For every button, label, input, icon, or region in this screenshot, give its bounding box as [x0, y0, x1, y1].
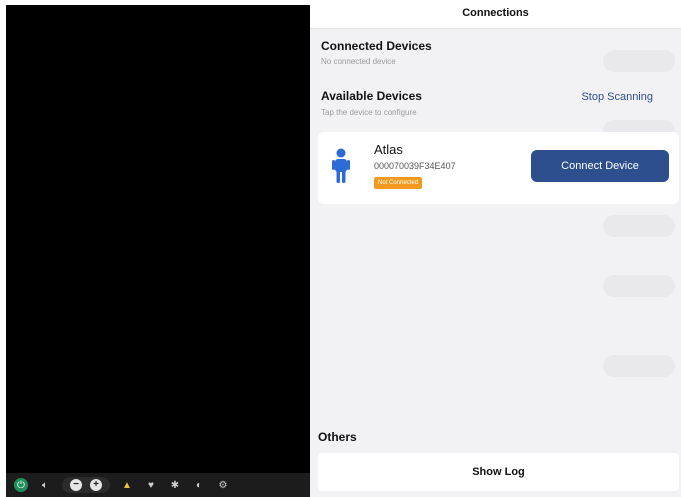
zoom-stepper: − + — [62, 477, 110, 493]
minus-icon[interactable]: − — [70, 479, 82, 491]
connections-panel: Connections Connected Devices No connect… — [310, 0, 681, 497]
contrast-icon[interactable]: ◐ — [192, 478, 206, 492]
others-title: Others — [318, 430, 357, 444]
control-bar: ⏻ 🔈︎ − + ▲ ♥ ✱ ◐ ⚙ — [6, 473, 310, 497]
available-devices-subtitle: Tap the device to configure — [321, 108, 417, 117]
device-name: Atlas — [374, 142, 403, 157]
connected-devices-subtitle: No connected device — [321, 57, 396, 66]
page-title: Connections — [310, 0, 681, 29]
available-devices-title: Available Devices — [321, 89, 422, 103]
power-icon[interactable]: ⏻ — [14, 478, 28, 492]
snowflake-icon[interactable]: ✱ — [168, 478, 182, 492]
device-id: 000070039F34E407 — [374, 161, 456, 171]
connected-devices-title: Connected Devices — [321, 39, 432, 53]
background-pill — [603, 50, 675, 72]
connect-device-button[interactable]: Connect Device — [531, 150, 669, 182]
video-preview-pane: ⏻ 🔈︎ − + ▲ ♥ ✱ ◐ ⚙ — [6, 5, 310, 497]
gear-icon[interactable]: ⚙ — [216, 478, 230, 492]
stop-scanning-button[interactable]: Stop Scanning — [581, 91, 653, 103]
volume-icon[interactable]: 🔈︎ — [38, 478, 52, 492]
device-card[interactable]: Atlas 000070039F34E407 Not Connected Con… — [318, 132, 679, 204]
person-icon — [332, 148, 350, 183]
plus-icon[interactable]: + — [90, 479, 102, 491]
background-pill — [603, 355, 675, 377]
background-pill — [603, 275, 675, 297]
show-log-button[interactable]: Show Log — [318, 453, 679, 491]
background-pill — [603, 215, 675, 237]
status-badge: Not Connected — [374, 177, 423, 189]
heart-icon[interactable]: ♥ — [144, 478, 158, 492]
bell-icon[interactable]: ▲ — [120, 478, 134, 492]
